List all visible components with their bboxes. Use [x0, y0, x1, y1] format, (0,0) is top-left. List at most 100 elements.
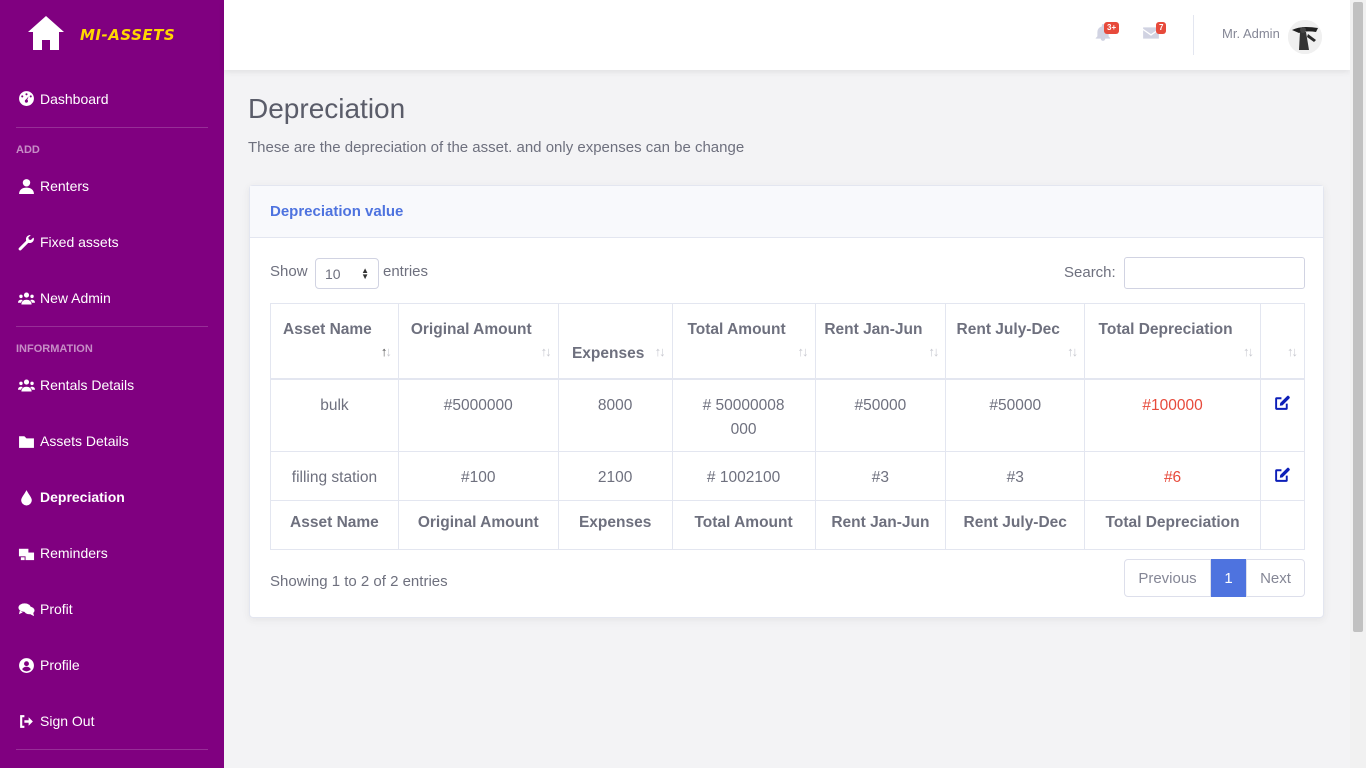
sidebar-item-label: Assets Details — [40, 433, 129, 449]
page-subtitle: These are the depreciation of the asset.… — [248, 139, 745, 156]
avatar[interactable] — [1288, 20, 1322, 54]
topbar: 3+ 7 Mr. Admin — [224, 0, 1350, 70]
search-label: Search: — [1064, 264, 1116, 281]
previous-page-button[interactable]: Previous — [1124, 559, 1211, 597]
sidebar-item-profit[interactable]: Profit — [0, 581, 224, 637]
dashboard-icon — [17, 90, 35, 108]
column-header[interactable]: Total Depreciation ↑↓ — [1084, 303, 1261, 379]
sidebar-item-label: Renters — [40, 178, 90, 194]
sidebar-item-label: Rentals Details — [40, 377, 135, 393]
user-icon — [17, 177, 35, 195]
cell-asset-name: filling station — [270, 451, 399, 501]
cell-action — [1260, 451, 1305, 501]
alerts-dropdown[interactable]: 3+ — [1094, 22, 1120, 46]
table-row: bulk #5000000 8000 # 50000008000 #50000 … — [270, 378, 1305, 452]
column-footer: Expenses — [557, 500, 673, 550]
sort-icon: ↑↓ — [928, 344, 939, 359]
table-header-row: Asset Name ↑↓ Original Amount ↑↓ Expenses ↑… — [270, 303, 1305, 379]
sidebar: MI-ASSETS Dashboard ADD Renters Fixed as… — [0, 0, 224, 768]
table-row: filling station #100 2100 # 1002100 #3 #… — [270, 451, 1305, 501]
next-page-button[interactable]: Next — [1246, 559, 1305, 597]
column-header[interactable]: Expenses ↑↓ — [557, 303, 673, 379]
users-icon — [17, 289, 35, 307]
cell-expenses: 8000 — [557, 378, 673, 452]
edit-icon[interactable] — [1274, 467, 1291, 487]
sidebar-item-renters[interactable]: Renters — [0, 158, 224, 214]
cell-total-depreciation: #100000 — [1084, 378, 1261, 452]
column-header[interactable]: Original Amount ↑↓ — [397, 303, 559, 379]
column-footer: Original Amount — [397, 500, 559, 550]
brand[interactable]: MI-ASSETS — [0, 0, 224, 70]
cell-original-amount: #100 — [397, 451, 559, 501]
search-input[interactable] — [1124, 257, 1305, 289]
sidebar-item-label: Fixed assets — [40, 234, 119, 250]
table-footer-row: Asset Name Original Amount Expenses Tota… — [270, 500, 1305, 550]
sort-icon: ↑↓ — [1243, 344, 1254, 359]
messages-badge: 7 — [1156, 22, 1167, 34]
sort-icon: ↑↓ — [1067, 344, 1078, 359]
cell-total-amount: # 1002100 — [671, 451, 816, 501]
page-length-value: 10 — [325, 265, 341, 282]
sign-out-icon — [17, 712, 35, 730]
wrench-icon — [17, 233, 35, 251]
sidebar-item-depreciation[interactable]: Depreciation — [0, 469, 224, 525]
brand-name: MI-ASSETS — [80, 26, 176, 44]
users-icon — [17, 376, 35, 394]
cell-total-amount: # 50000008000 — [671, 378, 816, 452]
column-header[interactable]: Rent July-Dec ↑↓ — [945, 303, 1086, 379]
cell-expenses: 2100 — [557, 451, 673, 501]
messages-dropdown[interactable]: 7 — [1142, 22, 1167, 46]
scrollbar-thumb[interactable] — [1353, 2, 1363, 632]
alerts-badge: 3+ — [1104, 22, 1120, 34]
sort-icon: ↑↓ — [797, 344, 809, 359]
page-scrollbar[interactable] — [1350, 0, 1366, 768]
page-length-select[interactable]: 10 ▲ ▼ — [315, 258, 379, 289]
column-footer: Rent Jan-Jun — [814, 500, 947, 550]
home-icon — [26, 14, 66, 57]
cell-asset-name: bulk — [270, 378, 399, 452]
sidebar-item-label: Reminders — [40, 545, 108, 561]
depreciation-table: Asset Name ↑↓ Original Amount ↑↓ Expenses ↑… — [270, 303, 1305, 550]
column-footer: Rent July-Dec — [945, 500, 1086, 550]
sidebar-item-new-admin[interactable]: New Admin — [0, 270, 224, 326]
column-header[interactable]: Rent Jan-Jun ↑↓ — [814, 303, 947, 379]
sidebar-item-label: Profile — [40, 657, 80, 673]
comments-icon — [17, 600, 35, 618]
cell-rent-jan-jun: #3 — [814, 451, 947, 501]
sidebar-item-assets-details[interactable]: Assets Details — [0, 413, 224, 469]
sidebar-divider — [16, 749, 208, 750]
cell-action — [1260, 378, 1305, 452]
folder-icon — [17, 432, 35, 450]
cell-total-depreciation: #6 — [1084, 451, 1261, 501]
sidebar-item-label: Depreciation — [40, 489, 125, 505]
depreciation-card: Depreciation value Show 10 ▲ ▼ entries Se… — [249, 185, 1324, 618]
sidebar-item-rentals-details[interactable]: Rentals Details — [0, 357, 224, 413]
column-footer — [1260, 500, 1305, 550]
sidebar-item-fixed-assets[interactable]: Fixed assets — [0, 214, 224, 270]
table-info: Showing 1 to 2 of 2 entries — [270, 573, 448, 590]
sidebar-heading-information: INFORMATION — [16, 343, 93, 355]
topbar-divider — [1193, 15, 1194, 55]
sidebar-heading-add: ADD — [16, 144, 40, 156]
cell-rent-jan-jun: #50000 — [814, 378, 947, 452]
column-header[interactable]: Asset Name ↑↓ — [270, 303, 399, 379]
droplet-icon — [17, 488, 35, 506]
sidebar-item-reminders[interactable]: Reminders — [0, 525, 224, 581]
sidebar-item-profile[interactable]: Profile — [0, 637, 224, 693]
column-footer: Total Amount — [671, 500, 816, 550]
cell-rent-july-dec: #3 — [945, 451, 1086, 501]
select-arrows-icon: ▲ ▼ — [361, 266, 369, 281]
sidebar-item-sign-out[interactable]: Sign Out — [0, 693, 224, 749]
edit-icon[interactable] — [1274, 395, 1291, 415]
column-header[interactable]: Total Amount ↑↓ — [671, 303, 816, 379]
sidebar-item-label: New Admin — [40, 290, 111, 306]
column-footer: Total Depreciation — [1084, 500, 1261, 550]
card-title: Depreciation value — [270, 203, 404, 220]
page-1-button[interactable]: 1 — [1211, 559, 1246, 597]
user-circle-icon — [17, 656, 35, 674]
sidebar-item-dashboard[interactable]: Dashboard — [0, 70, 224, 127]
column-header[interactable]: ↑↓ — [1260, 303, 1305, 379]
entries-label: entries — [383, 263, 429, 280]
user-name[interactable]: Mr. Admin — [1222, 26, 1280, 41]
sort-icon: ↑↓ — [540, 344, 552, 359]
